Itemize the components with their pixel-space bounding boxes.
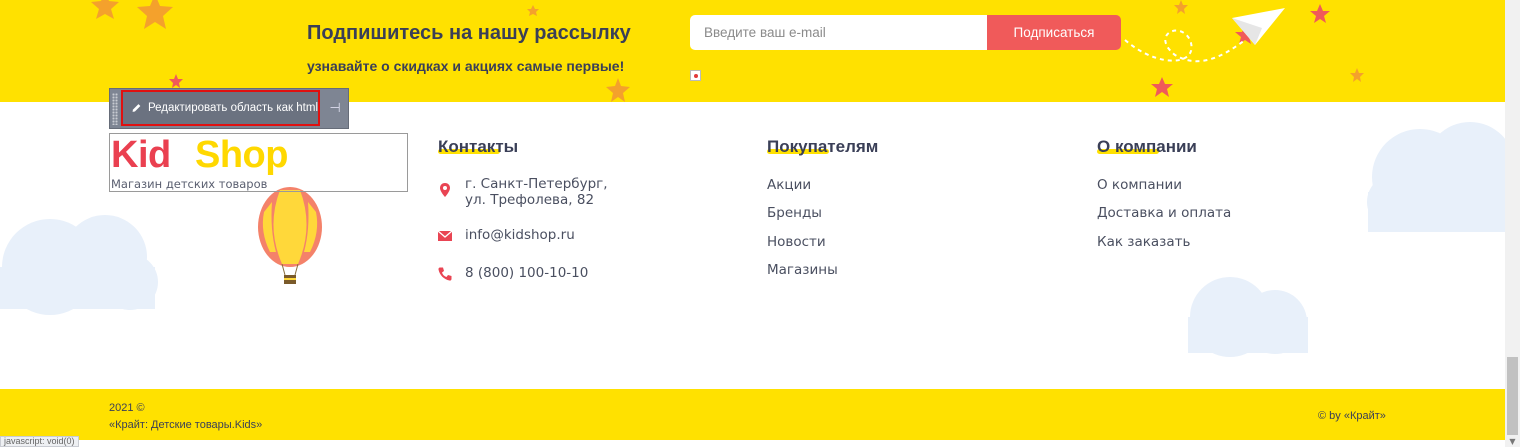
copyright-name: «Крайт: Детские товары.Kids» (109, 419, 263, 431)
paper-plane-icon (1232, 8, 1285, 45)
footer-bottom-bar (0, 389, 1505, 440)
browser-status-bar: javascript: void(0) (0, 436, 79, 447)
developer-credit-link[interactable]: © by «Крайт» (1318, 410, 1386, 422)
dashed-path (1124, 29, 1246, 63)
hot-air-balloon-icon (258, 187, 322, 284)
subscribe-button[interactable]: Подписаться (987, 15, 1121, 50)
cloud-icon (1188, 277, 1308, 357)
consent-checkbox[interactable] (690, 70, 701, 81)
buyers-link-sales[interactable]: Акции (767, 177, 811, 193)
newsletter-title: Подпишитесь на нашу рассылку (307, 22, 631, 44)
email-input[interactable] (690, 15, 987, 50)
logo-tagline: Магазин детских товаров (111, 177, 268, 191)
mail-icon (437, 230, 453, 241)
company-link-delivery[interactable]: Доставка и оплата (1097, 205, 1231, 221)
pencil-icon (132, 104, 141, 112)
buyers-link-stores[interactable]: Магазины (767, 262, 838, 278)
edit-as-html-button[interactable]: Редактировать область как html (121, 90, 320, 126)
location-pin-icon (440, 183, 450, 197)
cloud-icon (0, 215, 158, 315)
logo-shop: Shop (195, 134, 288, 176)
buyers-link-news[interactable]: Новости (767, 234, 826, 250)
scroll-down-arrow-icon[interactable]: ▼ (1505, 437, 1520, 447)
address-line1: г. Санкт-Петербург, (465, 176, 608, 192)
company-heading: О компании (1097, 137, 1197, 156)
buyers-heading: Покупателям (767, 137, 879, 156)
drag-handle[interactable] (112, 93, 118, 125)
contact-email-link[interactable]: info@kidshop.ru (465, 227, 575, 243)
copyright-year: 2021 © (109, 402, 145, 414)
scrollbar-thumb[interactable] (1507, 357, 1518, 435)
buyers-link-brands[interactable]: Бренды (767, 205, 822, 221)
company-link-how-to-order[interactable]: Как заказать (1097, 234, 1190, 250)
contacts-heading: Контакты (438, 137, 519, 156)
cloud-icon (1367, 122, 1505, 232)
newsletter-section: Подпишитесь на нашу рассылку узнавайте о… (0, 0, 1505, 102)
address-line2: ул. Трефолева, 82 (465, 192, 595, 208)
contact-phone-link[interactable]: 8 (800) 100-10-10 (465, 265, 588, 281)
phone-icon (438, 267, 452, 281)
logo-kid: Kid (111, 134, 171, 176)
edit-as-html-label: Редактировать область как html (147, 102, 318, 114)
pin-icon[interactable]: ⊣ (326, 100, 344, 118)
company-link-about[interactable]: О компании (1097, 177, 1182, 193)
newsletter-subtitle: узнавайте о скидках и акциях самые первы… (307, 58, 625, 74)
